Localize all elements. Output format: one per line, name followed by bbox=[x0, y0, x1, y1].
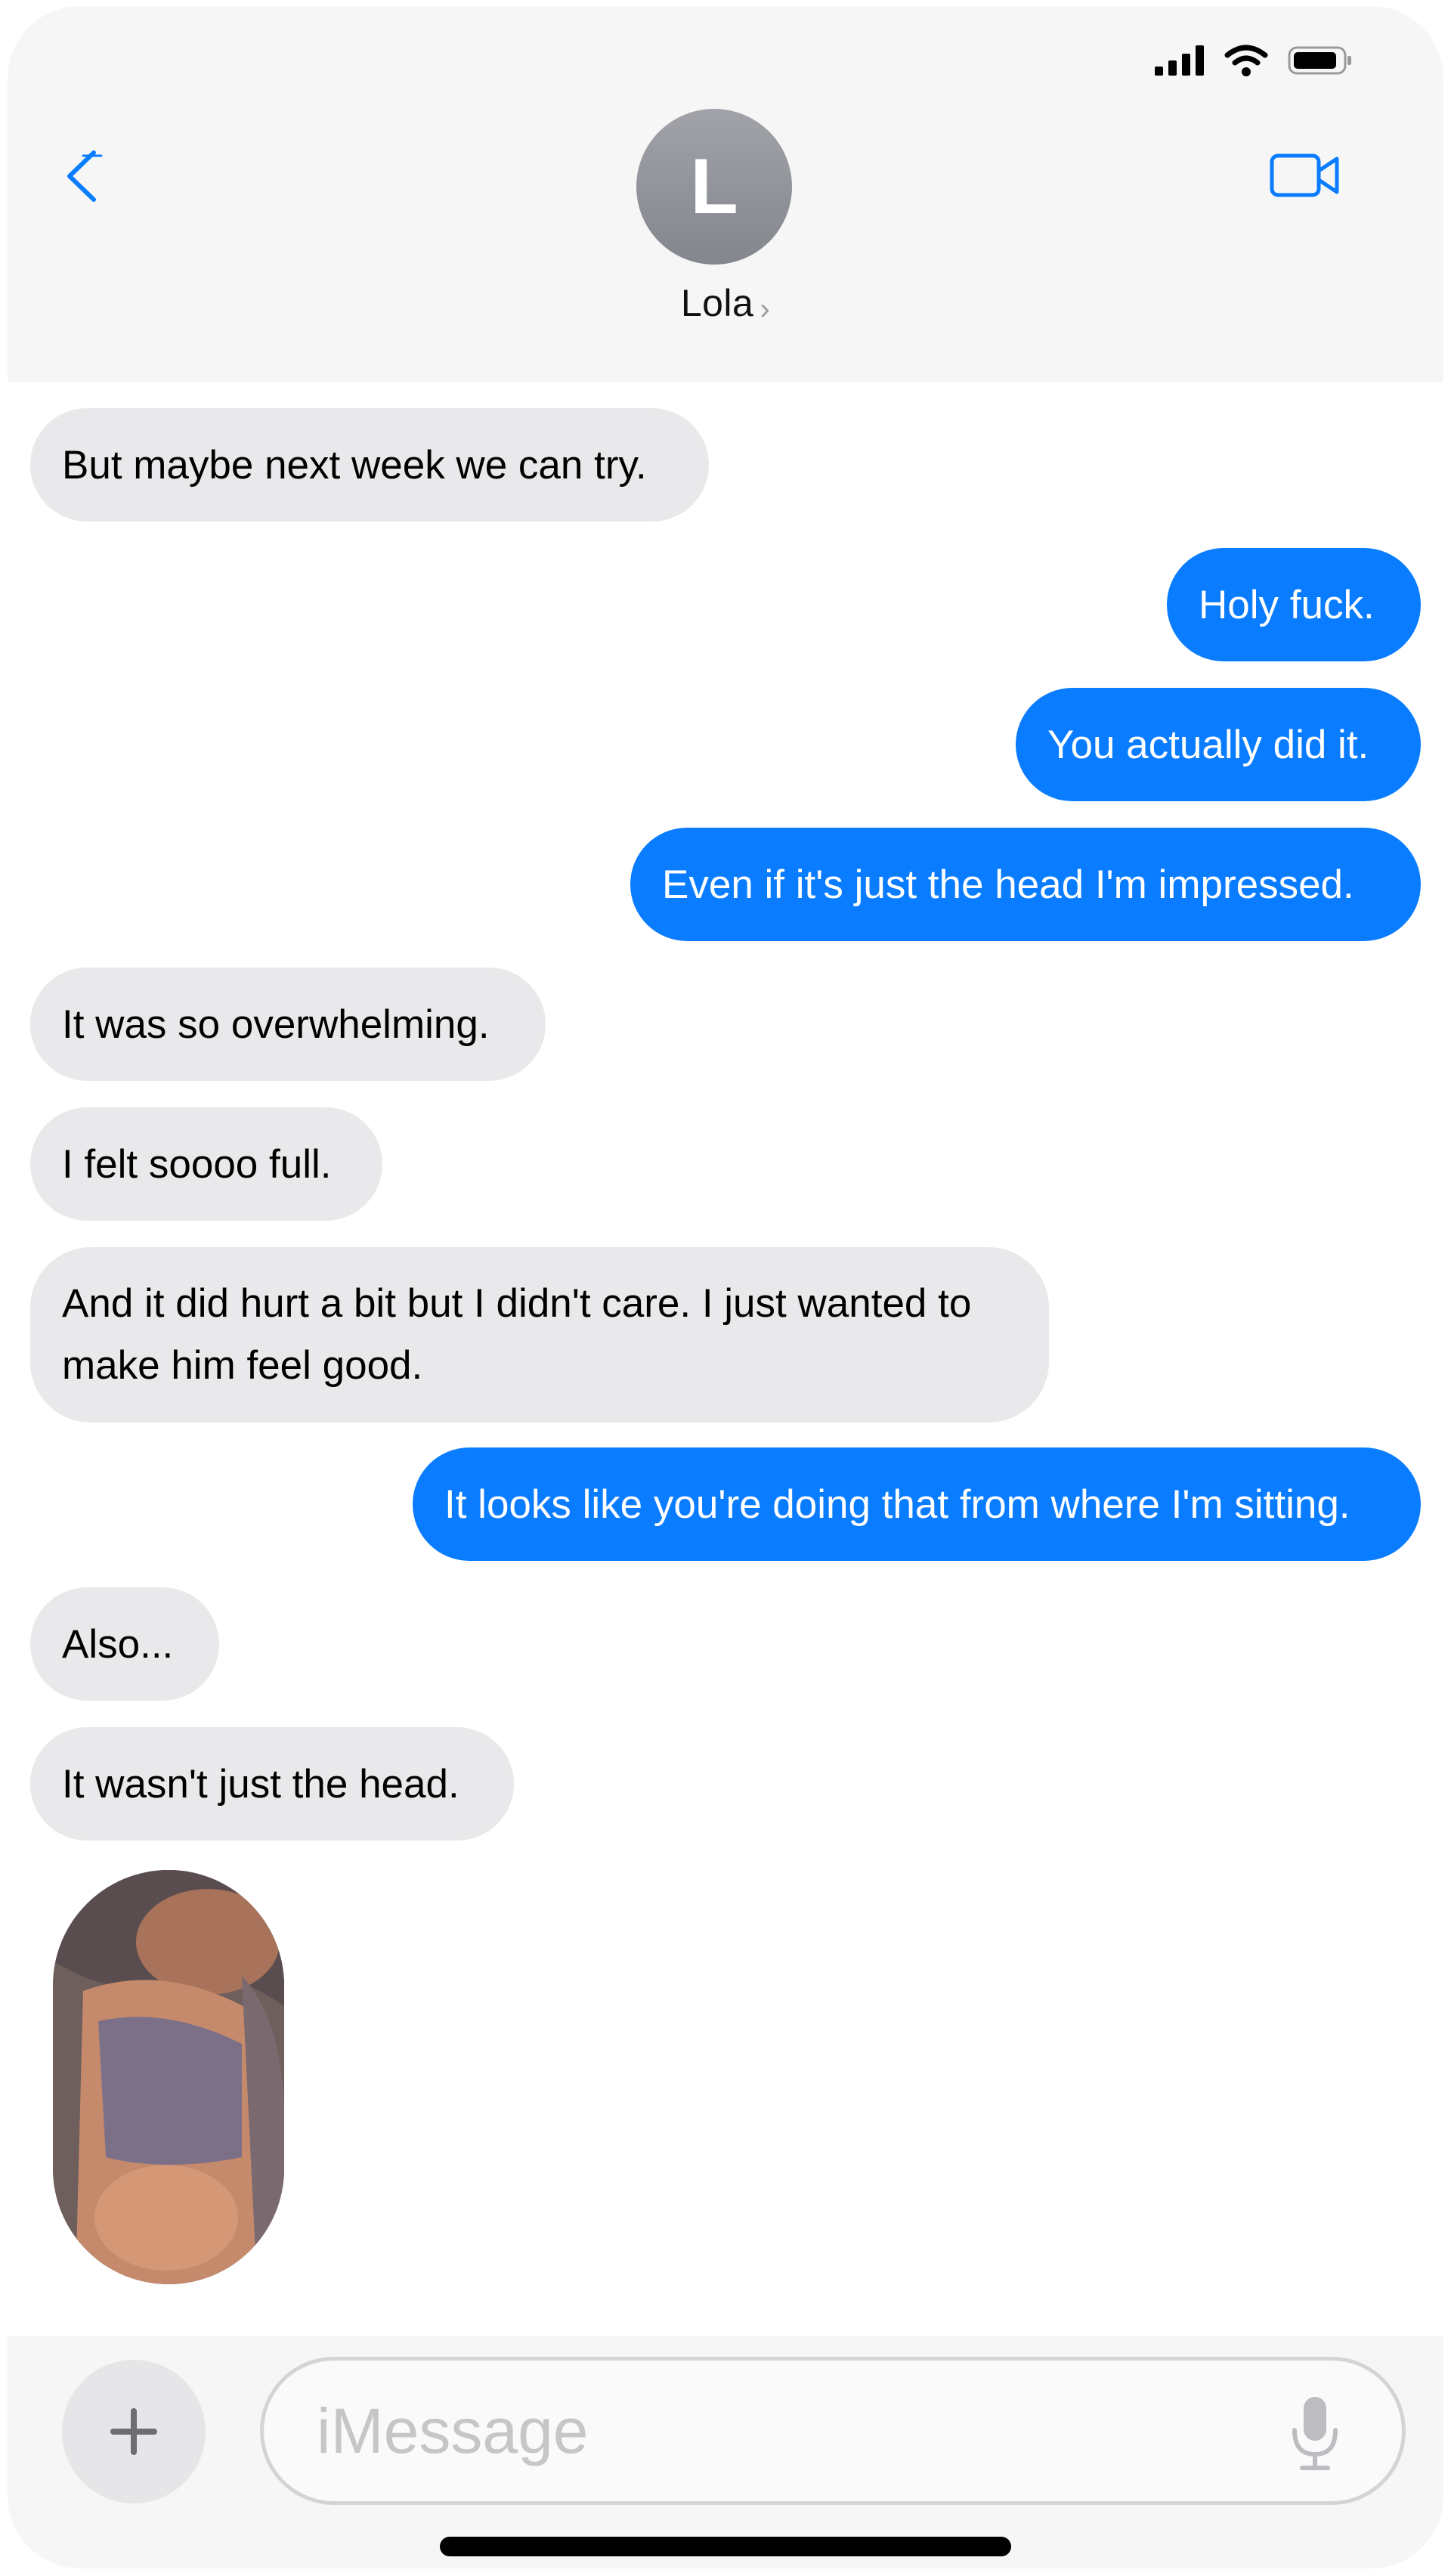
message-bubble-outgoing[interactable]: Holy fuck. bbox=[1167, 548, 1421, 661]
message-text: You actually did it. bbox=[1047, 722, 1369, 767]
video-camera-icon bbox=[1270, 153, 1339, 197]
dictation-button[interactable] bbox=[1289, 2394, 1341, 2472]
message-text: Even if it's just the head I'm impressed… bbox=[662, 862, 1354, 907]
add-attachment-button[interactable] bbox=[62, 2360, 206, 2503]
home-indicator[interactable] bbox=[440, 2537, 1011, 2556]
contact-name-button[interactable]: Lola › bbox=[8, 281, 1443, 327]
photo-attachment[interactable] bbox=[53, 1870, 284, 2284]
message-bubble-incoming[interactable]: And it did hurt a bit but I didn't care.… bbox=[30, 1247, 1049, 1423]
wifi-icon bbox=[1224, 45, 1268, 76]
message-text: And it did hurt a bit but I didn't care.… bbox=[62, 1281, 972, 1388]
message-bubble-incoming[interactable]: It wasn't just the head. bbox=[30, 1727, 514, 1841]
conversation-header: L Lola › bbox=[8, 6, 1443, 382]
message-input-placeholder: iMessage bbox=[317, 2395, 589, 2466]
phone-screen: L Lola › But maybe next week we can try. … bbox=[8, 6, 1443, 2568]
message-text: It looks like you're doing that from whe… bbox=[444, 1482, 1350, 1527]
message-text: It wasn't just the head. bbox=[62, 1761, 459, 1807]
avatar-initial: L bbox=[690, 142, 738, 231]
message-bubble-outgoing[interactable]: It looks like you're doing that from whe… bbox=[413, 1447, 1421, 1561]
message-input[interactable]: iMessage bbox=[260, 2357, 1406, 2505]
message-bubble-incoming[interactable]: It was so overwhelming. bbox=[30, 968, 546, 1081]
microphone-icon bbox=[1292, 2397, 1338, 2470]
facetime-video-button[interactable] bbox=[1269, 148, 1341, 203]
plus-icon bbox=[110, 2408, 157, 2455]
message-text: I felt soooo full. bbox=[62, 1141, 332, 1187]
message-text: It was so overwhelming. bbox=[62, 1002, 490, 1047]
contact-avatar[interactable]: L bbox=[636, 109, 792, 265]
message-text: Also... bbox=[62, 1621, 174, 1667]
status-bar bbox=[1155, 38, 1353, 83]
message-text: Holy fuck. bbox=[1199, 582, 1375, 627]
contact-name: Lola bbox=[680, 282, 754, 324]
message-bubble-incoming[interactable]: Also... bbox=[30, 1587, 219, 1701]
chevron-right-icon: › bbox=[760, 293, 771, 326]
message-bubble-incoming[interactable]: I felt soooo full. bbox=[30, 1107, 382, 1221]
back-button[interactable] bbox=[60, 142, 106, 210]
message-text: But maybe next week we can try. bbox=[62, 442, 647, 488]
message-bubble-outgoing[interactable]: Even if it's just the head I'm impressed… bbox=[630, 828, 1421, 941]
battery-icon bbox=[1288, 46, 1351, 75]
cellular-signal-icon bbox=[1155, 45, 1204, 76]
chevron-left-icon bbox=[67, 150, 103, 202]
message-bubble-incoming[interactable]: But maybe next week we can try. bbox=[30, 408, 709, 522]
message-bubble-outgoing[interactable]: You actually did it. bbox=[1016, 688, 1421, 801]
photo-thumbnail bbox=[53, 1870, 284, 2284]
